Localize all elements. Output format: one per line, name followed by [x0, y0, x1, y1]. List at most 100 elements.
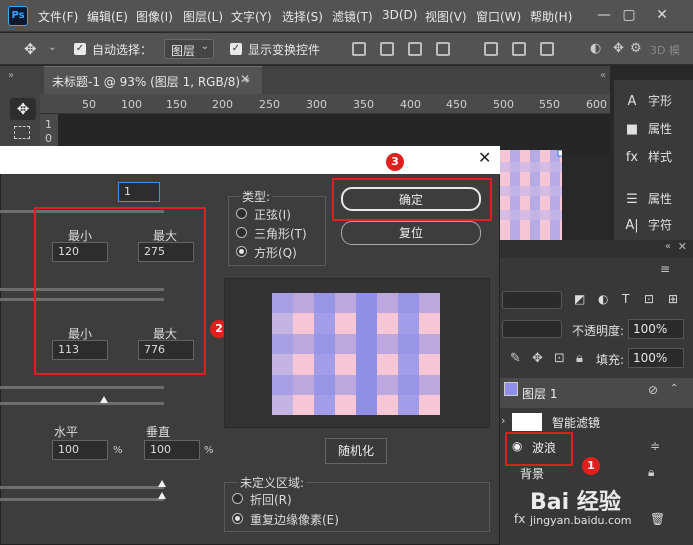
highlight-ok-button: [332, 178, 492, 221]
layer-filter-dropdown[interactable]: [502, 291, 562, 309]
properties-icon: ■: [625, 122, 639, 137]
char-icon: A|: [625, 218, 639, 233]
move-tool-icon[interactable]: ✥: [24, 40, 37, 58]
panel-character[interactable]: A| 字符: [622, 216, 692, 240]
menu-edit[interactable]: 编辑(E): [87, 8, 128, 25]
show-transform-checkbox[interactable]: ✓: [230, 43, 242, 55]
pan-icon[interactable]: ✥: [613, 41, 624, 56]
roll-icon[interactable]: ⚙: [630, 41, 642, 56]
filter-adjust-icon[interactable]: ◐: [598, 292, 608, 306]
orbit-icon[interactable]: ◐: [590, 41, 601, 56]
fill-input[interactable]: 100%: [628, 348, 684, 368]
menu-filter[interactable]: 滤镜(T): [332, 8, 373, 25]
scale-vertical-input[interactable]: 100: [144, 440, 200, 460]
auto-select-checkbox[interactable]: ✓: [74, 43, 86, 55]
ruler-tick: 550: [539, 98, 560, 111]
menu-select[interactable]: 选择(S): [282, 8, 323, 25]
chevron-up-icon[interactable]: ⌃: [670, 383, 678, 394]
amplitude-slider-thumb[interactable]: [100, 396, 108, 403]
align-right-icon[interactable]: [408, 42, 422, 56]
preview-pattern: [272, 293, 440, 415]
generators-input[interactable]: 1: [118, 182, 160, 202]
align-bottom-icon[interactable]: [540, 42, 554, 56]
panel-properties[interactable]: ■ 属性: [622, 120, 692, 144]
lock-position-icon[interactable]: ✥: [532, 351, 543, 366]
fill-value: 100%: [633, 351, 668, 365]
scale-horizontal-input[interactable]: 100: [52, 440, 108, 460]
menu-layer[interactable]: 图层(L): [183, 8, 223, 25]
type-sine-radio[interactable]: [236, 208, 247, 219]
randomize-button[interactable]: 随机化: [325, 438, 387, 464]
menu-view[interactable]: 视图(V): [425, 8, 467, 25]
close-tab-icon[interactable]: ✕: [240, 72, 250, 86]
menu-window[interactable]: 窗口(W): [476, 8, 521, 25]
menu-help[interactable]: 帮助(H): [530, 8, 572, 25]
percent-label: %: [113, 445, 123, 456]
scale-vertical-thumb[interactable]: [158, 492, 166, 499]
highlight-wave-filter: [505, 432, 573, 466]
move-tool-icon[interactable]: ✥: [10, 98, 36, 120]
align-top-icon[interactable]: [484, 42, 498, 56]
document-canvas-preview: [500, 150, 562, 240]
type-triangle-radio[interactable]: [236, 227, 247, 238]
ruler-tick: 150: [166, 98, 187, 111]
fx-icon[interactable]: fx: [514, 512, 525, 526]
close-window-icon[interactable]: ✕: [650, 3, 674, 27]
panel-glyphs[interactable]: A 字形: [622, 92, 692, 116]
layer-row-smart-filters[interactable]: › 智能滤镜: [500, 411, 693, 433]
reset-button[interactable]: 复位: [341, 221, 481, 245]
layer-row-layer1[interactable]: 图层 1 ⊘ ⌃: [500, 378, 693, 408]
eye-icon[interactable]: ›: [501, 414, 505, 427]
align-center-icon[interactable]: [380, 42, 394, 56]
filter-pixel-icon[interactable]: ◩: [574, 292, 585, 306]
layer-name: 智能滤镜: [552, 416, 601, 430]
auto-select-dropdown[interactable]: 图层 ⌄: [164, 39, 214, 59]
collapse-icon[interactable]: «: [665, 241, 671, 252]
restore-icon[interactable]: ▢: [617, 3, 641, 27]
blend-mode-dropdown[interactable]: [502, 320, 562, 338]
opacity-input[interactable]: 100%: [628, 319, 684, 339]
panel-adjust-label: 属性: [648, 192, 673, 206]
ruler-tick: 600: [586, 98, 607, 111]
delete-layer-icon[interactable]: 🗑︎: [650, 512, 665, 526]
marquee-tool-icon[interactable]: [14, 126, 30, 139]
repeat-edge-radio[interactable]: [232, 513, 243, 524]
align-middle-icon[interactable]: [512, 42, 526, 56]
lock-artboard-icon[interactable]: ⊡: [554, 351, 565, 366]
amplitude-slider-2[interactable]: [0, 402, 164, 405]
layers-panel-header: « ✕: [500, 240, 693, 258]
chevron-down-icon[interactable]: ⌄: [48, 42, 56, 53]
close-panel-icon[interactable]: ✕: [678, 240, 687, 253]
distribute-icon[interactable]: [436, 42, 450, 56]
panel-menu-icon[interactable]: ≡: [660, 262, 670, 276]
collapse-icon[interactable]: »: [8, 70, 14, 81]
ruler-tick: 250: [259, 98, 280, 111]
panel-styles[interactable]: fx 样式: [622, 148, 692, 172]
scale-vertical-slider[interactable]: [0, 498, 164, 501]
scale-vertical-value: 100: [150, 443, 171, 456]
menu-image[interactable]: 图像(I): [136, 8, 173, 25]
document-tab[interactable]: 未标题-1 @ 93% (图层 1, RGB/8) * ✕: [44, 66, 262, 94]
menu-type[interactable]: 文字(Y): [231, 8, 272, 25]
type-square-radio[interactable]: [236, 246, 247, 257]
filter-type-icon[interactable]: T: [622, 292, 629, 306]
generators-value: 1: [124, 185, 131, 198]
filter-shape-icon[interactable]: ⊡: [644, 292, 654, 306]
close-dialog-icon[interactable]: ✕: [478, 148, 491, 167]
menu-file[interactable]: 文件(F): [38, 8, 78, 25]
minimize-icon[interactable]: —: [592, 3, 616, 27]
filter-options-icon[interactable]: ≑: [650, 439, 660, 453]
align-left-icon[interactable]: [352, 42, 366, 56]
lock-all-icon[interactable]: 🔒︎: [576, 351, 583, 366]
ruler-tick: 500: [493, 98, 514, 111]
menu-3d[interactable]: 3D(D): [382, 8, 417, 22]
filter-smart-icon[interactable]: ⊞: [668, 292, 678, 306]
auto-select-label: 自动选择：: [92, 43, 153, 57]
scale-horizontal-thumb[interactable]: [158, 480, 166, 487]
panel-adjust[interactable]: ☰ 属性: [622, 190, 692, 214]
lock-paint-icon[interactable]: ✎: [510, 351, 521, 366]
amplitude-slider[interactable]: [0, 386, 164, 389]
wrap-around-radio[interactable]: [232, 493, 243, 504]
scale-horizontal-slider[interactable]: [0, 486, 164, 489]
collapse-panel-icon[interactable]: «: [600, 70, 606, 81]
